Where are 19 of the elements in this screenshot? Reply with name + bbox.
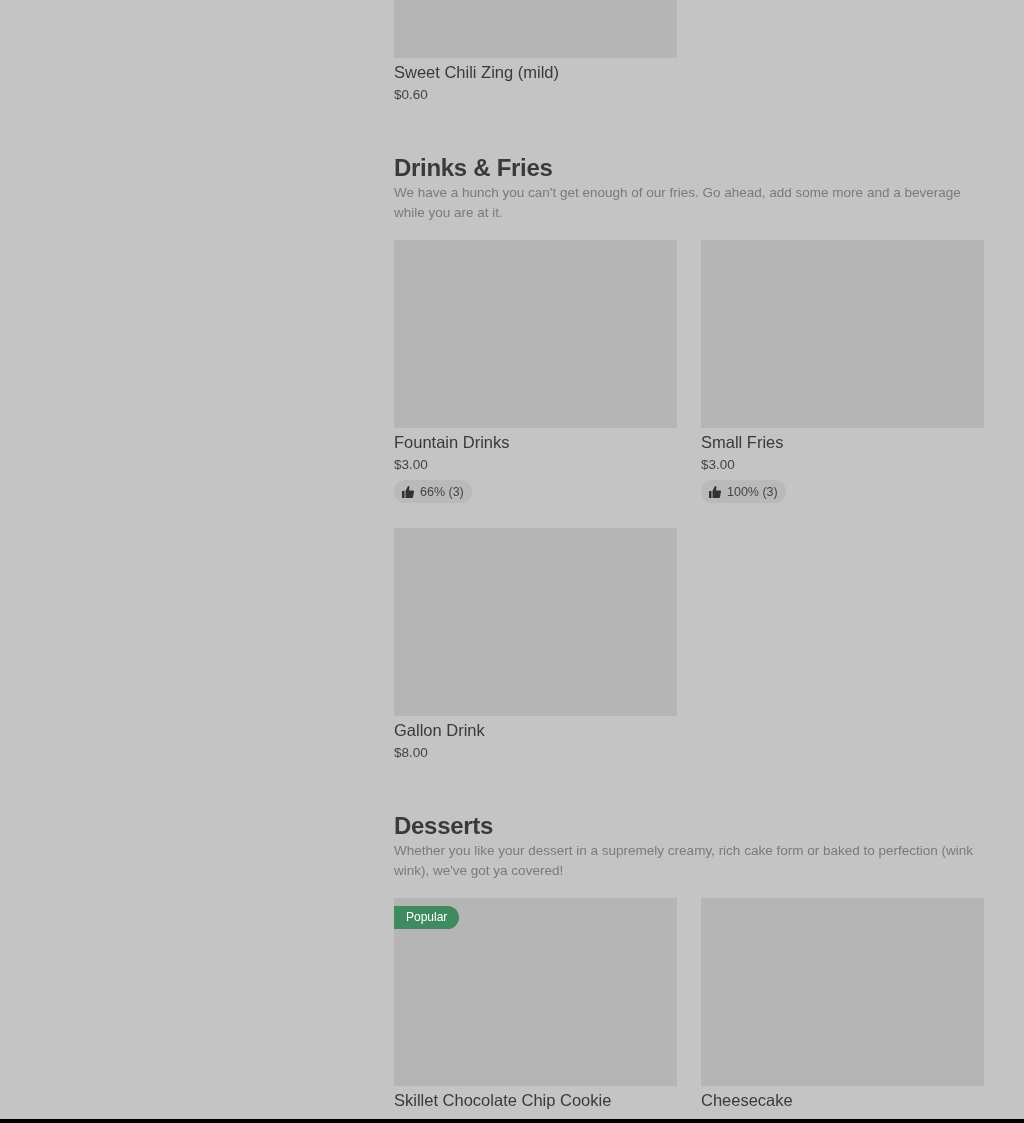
item-name: Sweet Chili Zing (mild) [394, 62, 561, 83]
item-price: $3.00 [701, 456, 736, 474]
item-price: $0.60 [394, 86, 429, 104]
item-price: $3.00 [394, 456, 429, 474]
thumbs-up-icon [709, 485, 721, 498]
rating-text: 66% (3) [420, 484, 464, 499]
item-name: Skillet Chocolate Chip Cookie [394, 1090, 613, 1111]
item-price: $8.00 [394, 744, 429, 762]
section-title: Drinks & Fries [394, 153, 554, 183]
item-name: Fountain Drinks [394, 432, 511, 453]
item-name: Cheesecake [701, 1090, 794, 1111]
section-description: Whether you like your dessert in a supremely creamy, rich cake form or baked to perfection (wink wink), we've got ya covered! [394, 842, 974, 880]
section-title: Desserts [394, 811, 494, 841]
thumbs-up-icon [402, 485, 414, 498]
section-description: We have a hunch you can't get enough of our fries. Go ahead, add some more and a beverage while you are at it. [394, 184, 962, 222]
popular-badge: Popular [394, 906, 460, 929]
item-name: Small Fries [701, 432, 785, 453]
item-name: Gallon Drink [394, 720, 486, 741]
rating-text: 100% (3) [727, 484, 778, 499]
